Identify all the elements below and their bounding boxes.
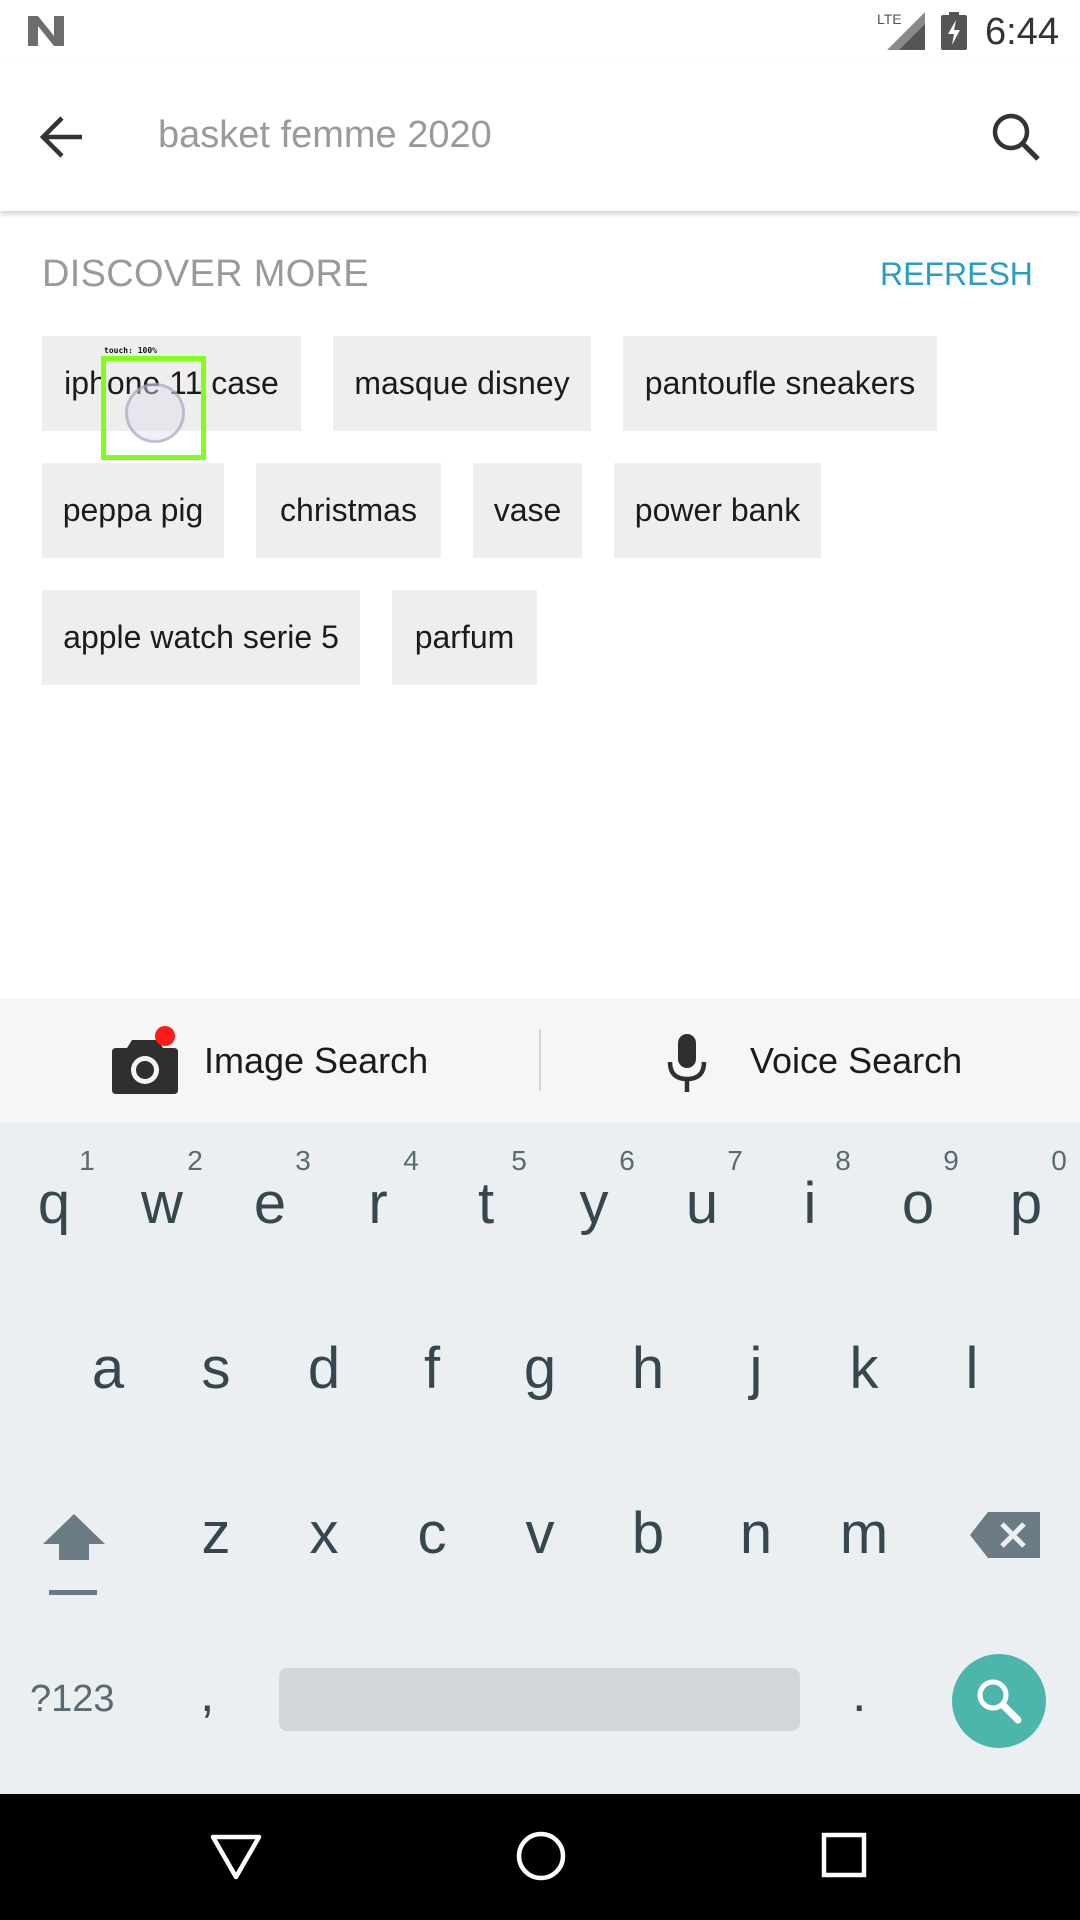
key-z[interactable]: z (162, 1500, 270, 1567)
key-i[interactable]: i (756, 1170, 864, 1237)
back-triangle-icon[interactable] (210, 1834, 262, 1880)
home-circle-icon[interactable] (515, 1830, 567, 1882)
notification-dot (155, 1026, 175, 1046)
touch-indicator-box (101, 356, 206, 460)
suggestion-chip[interactable]: peppa pig (42, 463, 224, 558)
search-icon[interactable] (990, 111, 1042, 163)
arrow-left-icon[interactable] (38, 112, 88, 162)
suggestion-chip[interactable]: parfum (392, 590, 537, 685)
voice-search-button[interactable]: Voice Search (750, 1040, 962, 1082)
search-icon (977, 1679, 1022, 1724)
key-period[interactable]: . (852, 1664, 866, 1724)
key-e[interactable]: e (216, 1170, 324, 1237)
symbols-key[interactable]: ?123 (30, 1678, 115, 1721)
image-search-button[interactable]: Image Search (204, 1040, 428, 1082)
key-m[interactable]: m (810, 1500, 918, 1567)
key-f[interactable]: f (378, 1335, 486, 1402)
search-header: basket femme 2020 (0, 63, 1080, 211)
navigation-bar (0, 1794, 1080, 1920)
suggestion-chip[interactable]: masque disney (333, 336, 591, 431)
status-time: 6:44 (985, 11, 1059, 53)
microphone-icon[interactable] (664, 1034, 710, 1092)
shift-icon[interactable] (41, 1512, 107, 1596)
battery-charging-icon (941, 12, 967, 50)
key-o[interactable]: o (864, 1170, 972, 1237)
key-x[interactable]: x (270, 1500, 378, 1567)
network-label: LTE (877, 11, 902, 27)
key-j[interactable]: j (702, 1335, 810, 1402)
suggestion-chip[interactable]: pantoufle sneakers (623, 336, 937, 431)
suggestion-chip[interactable]: apple watch serie 5 (42, 590, 360, 685)
keyboard-search-button[interactable] (952, 1654, 1046, 1748)
key-l[interactable]: l (918, 1335, 1026, 1402)
backspace-icon[interactable] (970, 1512, 1040, 1558)
discover-more-heading: DISCOVER MORE (42, 253, 369, 295)
divider (539, 1029, 541, 1091)
key-a[interactable]: a (54, 1335, 162, 1402)
key-v[interactable]: v (486, 1500, 594, 1567)
key-n[interactable]: n (702, 1500, 810, 1567)
search-input[interactable]: basket femme 2020 (158, 114, 492, 157)
recents-square-icon[interactable] (821, 1832, 867, 1878)
key-c[interactable]: c (378, 1500, 486, 1567)
suggestion-chip[interactable]: vase (473, 463, 582, 558)
key-p[interactable]: p (972, 1170, 1080, 1237)
key-y[interactable]: y (540, 1170, 648, 1237)
suggestion-chip[interactable]: power bank (614, 463, 821, 558)
key-d[interactable]: d (270, 1335, 378, 1402)
key-w[interactable]: w (108, 1170, 216, 1237)
suggestion-chip[interactable]: christmas (256, 463, 441, 558)
key-h[interactable]: h (594, 1335, 702, 1402)
refresh-button[interactable]: REFRESH (880, 256, 1033, 293)
status-bar: LTE 6:44 (0, 0, 1080, 63)
key-r[interactable]: r (324, 1170, 432, 1237)
key-g[interactable]: g (486, 1335, 594, 1402)
key-s[interactable]: s (162, 1335, 270, 1402)
touch-indicator-label: touch: 100% (104, 346, 157, 355)
n-logo-icon (28, 16, 64, 46)
space-bar[interactable] (279, 1668, 800, 1731)
key-k[interactable]: k (810, 1335, 918, 1402)
key-b[interactable]: b (594, 1500, 702, 1567)
key-comma[interactable]: , (200, 1664, 214, 1724)
key-q[interactable]: q (0, 1170, 108, 1237)
key-u[interactable]: u (648, 1170, 756, 1237)
key-t[interactable]: t (432, 1170, 540, 1237)
signal-icon: LTE (877, 11, 925, 50)
